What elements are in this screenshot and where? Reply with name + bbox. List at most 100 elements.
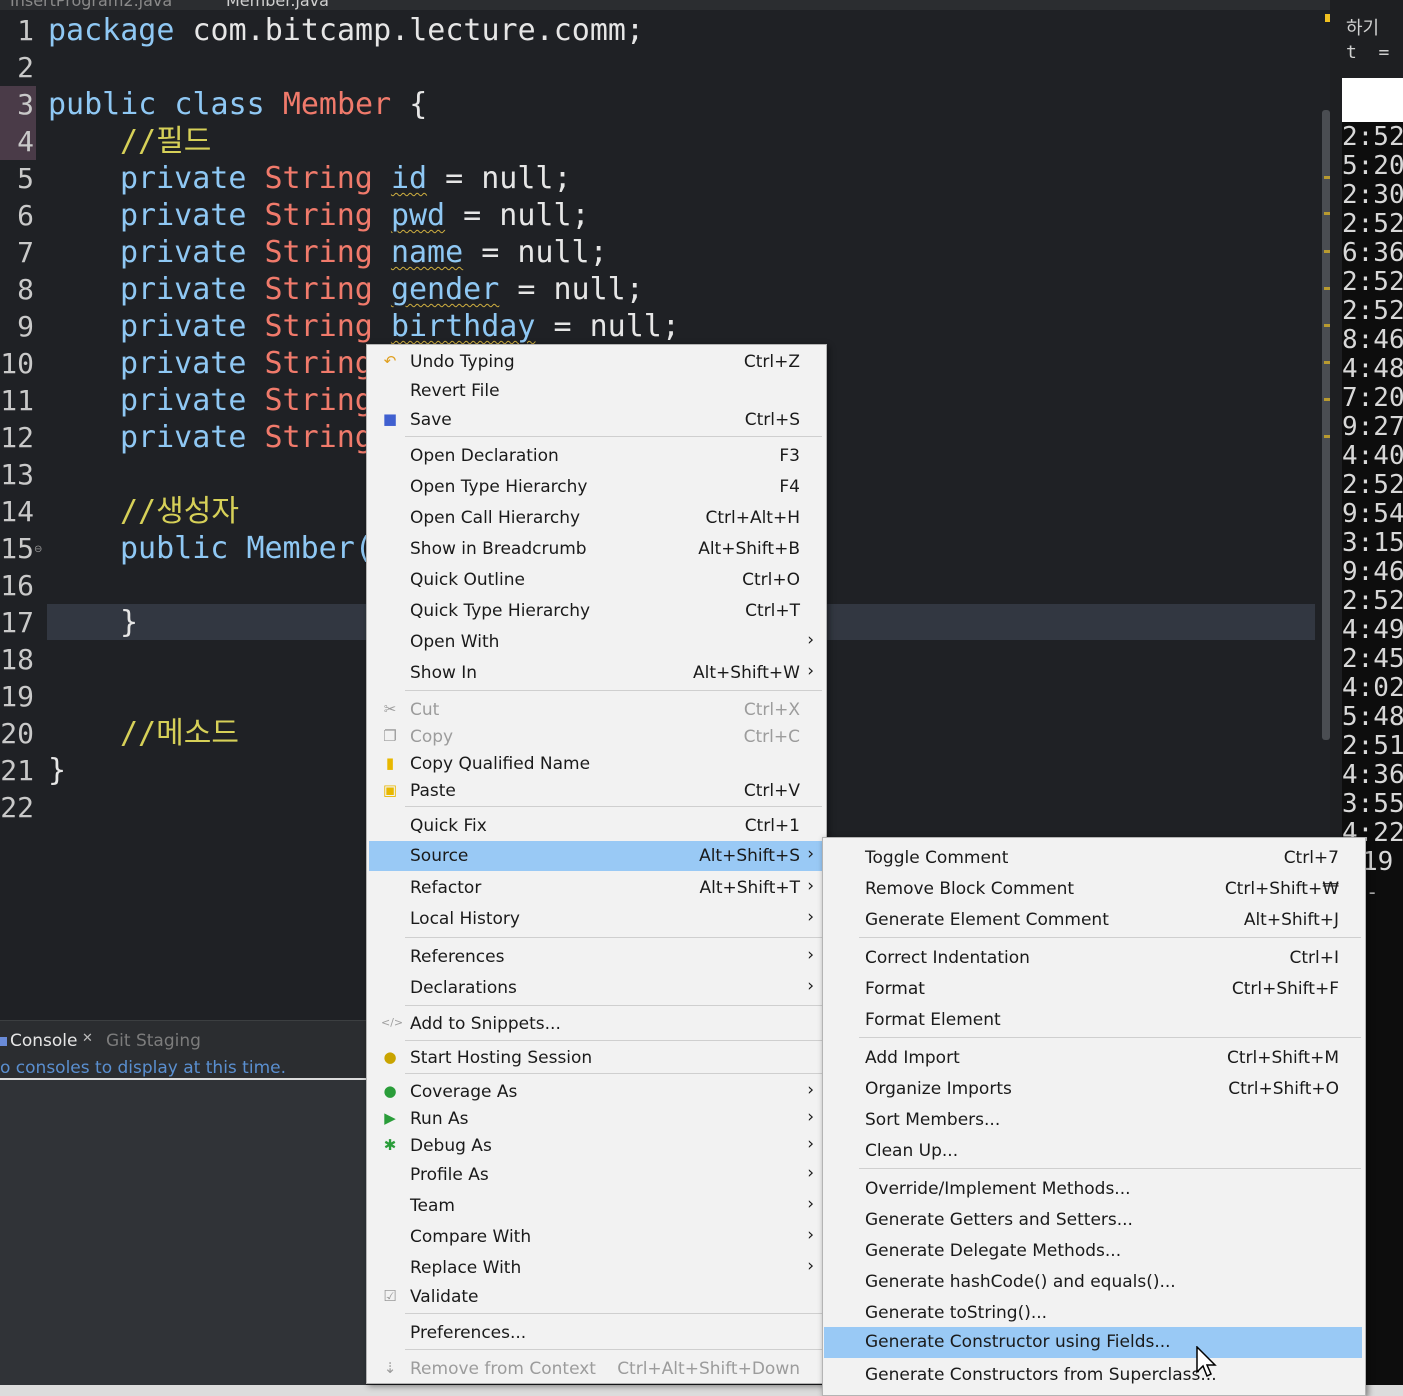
- ruler-marker[interactable]: [1324, 324, 1330, 327]
- ruler-marker[interactable]: [1324, 435, 1330, 438]
- time-value: 9:46: [1342, 557, 1403, 587]
- menu-item-copy[interactable]: ❐ Copy Ctrl+C: [369, 723, 824, 752]
- menu-item-format[interactable]: Format Ctrl+Shift+F: [825, 975, 1363, 1004]
- menu-item-open-declaration[interactable]: Open Declaration F3: [369, 442, 824, 471]
- menu-label: Override/Implement Methods...: [865, 1179, 1131, 1199]
- ruler-marker[interactable]: [1324, 176, 1330, 179]
- line-number: 15: [0, 532, 34, 565]
- menu-item-replace-with[interactable]: Replace With ›: [369, 1254, 824, 1283]
- time-value: 2:52: [1342, 122, 1403, 152]
- menu-item-generate-tostring[interactable]: Generate toString()...: [825, 1299, 1363, 1328]
- menu-item-show-in-breadcrumb[interactable]: Show in Breadcrumb Alt+Shift+B: [369, 535, 824, 564]
- constructor-name: Member(: [246, 531, 373, 566]
- time-value: 4:48: [1342, 354, 1403, 384]
- line-number: 20: [0, 717, 34, 750]
- chevron-right-icon: ›: [807, 907, 814, 927]
- menu-label: Remove Block Comment: [865, 879, 1075, 899]
- menu-item-correct-indentation[interactable]: Correct Indentation Ctrl+I: [825, 944, 1363, 973]
- menu-shortcut: F3: [779, 446, 800, 466]
- menu-item-cut[interactable]: ✂ Cut Ctrl+X: [369, 696, 824, 725]
- menu-item-toggle-comment[interactable]: Toggle Comment Ctrl+7: [825, 844, 1363, 873]
- ruler-marker[interactable]: [1324, 361, 1330, 364]
- field-name: name: [390, 235, 464, 270]
- menu-item-team[interactable]: Team ›: [369, 1192, 824, 1221]
- menu-item-references[interactable]: References ›: [369, 943, 824, 972]
- menu-item-start-hosting-session[interactable]: ● Start Hosting Session: [369, 1044, 824, 1073]
- time-value: 5:20: [1342, 151, 1403, 181]
- menu-item-open-call-hierarchy[interactable]: Open Call Hierarchy Ctrl+Alt+H: [369, 504, 824, 533]
- ruler-marker[interactable]: [1324, 287, 1330, 290]
- tab-console[interactable]: Console: [0, 1031, 78, 1051]
- ruler-marker[interactable]: [1324, 250, 1330, 253]
- menu-item-show-in[interactable]: Show In Alt+Shift+W ›: [369, 659, 824, 688]
- menu-label: Profile As: [410, 1165, 489, 1185]
- menu-item-coverage-as[interactable]: ● Coverage As ›: [369, 1078, 824, 1107]
- menu-item-generate-constructors-superclass[interactable]: Generate Constructors from Superclass...: [825, 1361, 1363, 1390]
- menu-item-compare-with[interactable]: Compare With ›: [369, 1223, 824, 1252]
- keyword: private: [120, 346, 265, 381]
- editor-scrollbar[interactable]: [1322, 110, 1330, 740]
- menu-item-generate-getters-setters[interactable]: Generate Getters and Setters...: [825, 1206, 1363, 1235]
- tab-member-java[interactable]: Member.java: [226, 0, 329, 10]
- menu-label: Remove from Context: [410, 1359, 596, 1379]
- menu-item-revert-file[interactable]: Revert File: [369, 377, 824, 406]
- menu-shortcut: Ctrl+Alt+H: [705, 508, 800, 528]
- menu-item-generate-element-comment[interactable]: Generate Element Comment Alt+Shift+J: [825, 906, 1363, 935]
- menu-separator: [859, 937, 1361, 938]
- console-body: [0, 1078, 366, 1396]
- strip-header: 하기 t =: [1342, 0, 1403, 78]
- menu-shortcut: Alt+Shift+B: [698, 539, 800, 559]
- code-text: = null;: [427, 161, 572, 196]
- menu-item-remove-block-comment[interactable]: Remove Block Comment Ctrl+Shift+₩: [825, 875, 1363, 904]
- code-text: }: [48, 753, 67, 788]
- menu-item-format-element[interactable]: Format Element: [825, 1006, 1363, 1035]
- menu-item-copy-qualified-name[interactable]: ▮ Copy Qualified Name: [369, 750, 824, 779]
- menu-item-profile-as[interactable]: Profile As ›: [369, 1161, 824, 1190]
- menu-item-sort-members[interactable]: Sort Members...: [825, 1106, 1363, 1135]
- keyword: private: [120, 383, 265, 418]
- menu-label: Undo Typing: [410, 352, 515, 372]
- menu-item-declarations[interactable]: Declarations ›: [369, 974, 824, 1003]
- menu-item-quick-outline[interactable]: Quick Outline Ctrl+O: [369, 566, 824, 595]
- menu-item-source[interactable]: Source Alt+Shift+S ›: [369, 841, 824, 871]
- menu-label: Quick Type Hierarchy: [410, 601, 591, 621]
- menu-item-organize-imports[interactable]: Organize Imports Ctrl+Shift+O: [825, 1075, 1363, 1104]
- menu-item-remove-from-context[interactable]: ⇣ Remove from Context Ctrl+Alt+Shift+Dow…: [369, 1355, 824, 1384]
- ruler-marker[interactable]: [1324, 212, 1330, 215]
- menu-item-open-type-hierarchy[interactable]: Open Type Hierarchy F4: [369, 473, 824, 502]
- menu-item-save[interactable]: ■ Save Ctrl+S: [369, 406, 824, 435]
- menu-item-paste[interactable]: ▣ Paste Ctrl+V: [369, 777, 824, 806]
- menu-item-generate-delegate-methods[interactable]: Generate Delegate Methods...: [825, 1237, 1363, 1266]
- menu-item-open-with[interactable]: Open With ›: [369, 628, 824, 657]
- menu-item-run-as[interactable]: ▶ Run As ›: [369, 1105, 824, 1134]
- menu-item-local-history[interactable]: Local History ›: [369, 905, 824, 934]
- ruler-marker[interactable]: [1324, 398, 1330, 401]
- menu-item-add-import[interactable]: Add Import Ctrl+Shift+M: [825, 1044, 1363, 1073]
- menu-item-preferences[interactable]: Preferences...: [369, 1319, 824, 1348]
- menu-item-generate-hashcode-equals[interactable]: Generate hashCode() and equals()...: [825, 1268, 1363, 1297]
- menu-item-refactor[interactable]: Refactor Alt+Shift+T ›: [369, 874, 824, 903]
- menu-item-add-to-snippets[interactable]: </> Add to Snippets...: [369, 1010, 824, 1039]
- chevron-right-icon: ›: [807, 1256, 814, 1276]
- menu-item-override-implement[interactable]: Override/Implement Methods...: [825, 1175, 1363, 1204]
- menu-item-quick-fix[interactable]: Quick Fix Ctrl+1: [369, 812, 824, 841]
- close-icon[interactable]: ✕: [82, 1031, 93, 1046]
- menu-label: Organize Imports: [865, 1079, 1012, 1099]
- tab-insertprogram2[interactable]: InsertProgram2.java: [10, 0, 172, 10]
- menu-item-generate-constructor-fields[interactable]: Generate Constructor using Fields...: [824, 1327, 1362, 1358]
- menu-item-undo-typing[interactable]: ↶ Undo Typing Ctrl+Z: [369, 348, 824, 377]
- menu-item-debug-as[interactable]: ✱ Debug As ›: [369, 1132, 824, 1161]
- menu-item-quick-type-hierarchy[interactable]: Quick Type Hierarchy Ctrl+T: [369, 597, 824, 626]
- tab-git-staging[interactable]: Git Staging: [106, 1031, 201, 1051]
- warning-marker[interactable]: [1325, 14, 1330, 22]
- fold-marker-icon[interactable]: ⊖: [34, 544, 42, 555]
- menu-item-validate[interactable]: ☑ Validate: [369, 1283, 824, 1312]
- keyword: private: [120, 309, 265, 344]
- menu-label: Copy Qualified Name: [410, 754, 591, 774]
- menu-label: Source: [410, 846, 469, 866]
- run-icon: ▶: [384, 1109, 396, 1127]
- keyword: public: [120, 531, 247, 566]
- time-value: 4:40: [1342, 441, 1403, 471]
- menu-separator: [405, 1073, 822, 1074]
- menu-item-clean-up[interactable]: Clean Up...: [825, 1137, 1363, 1166]
